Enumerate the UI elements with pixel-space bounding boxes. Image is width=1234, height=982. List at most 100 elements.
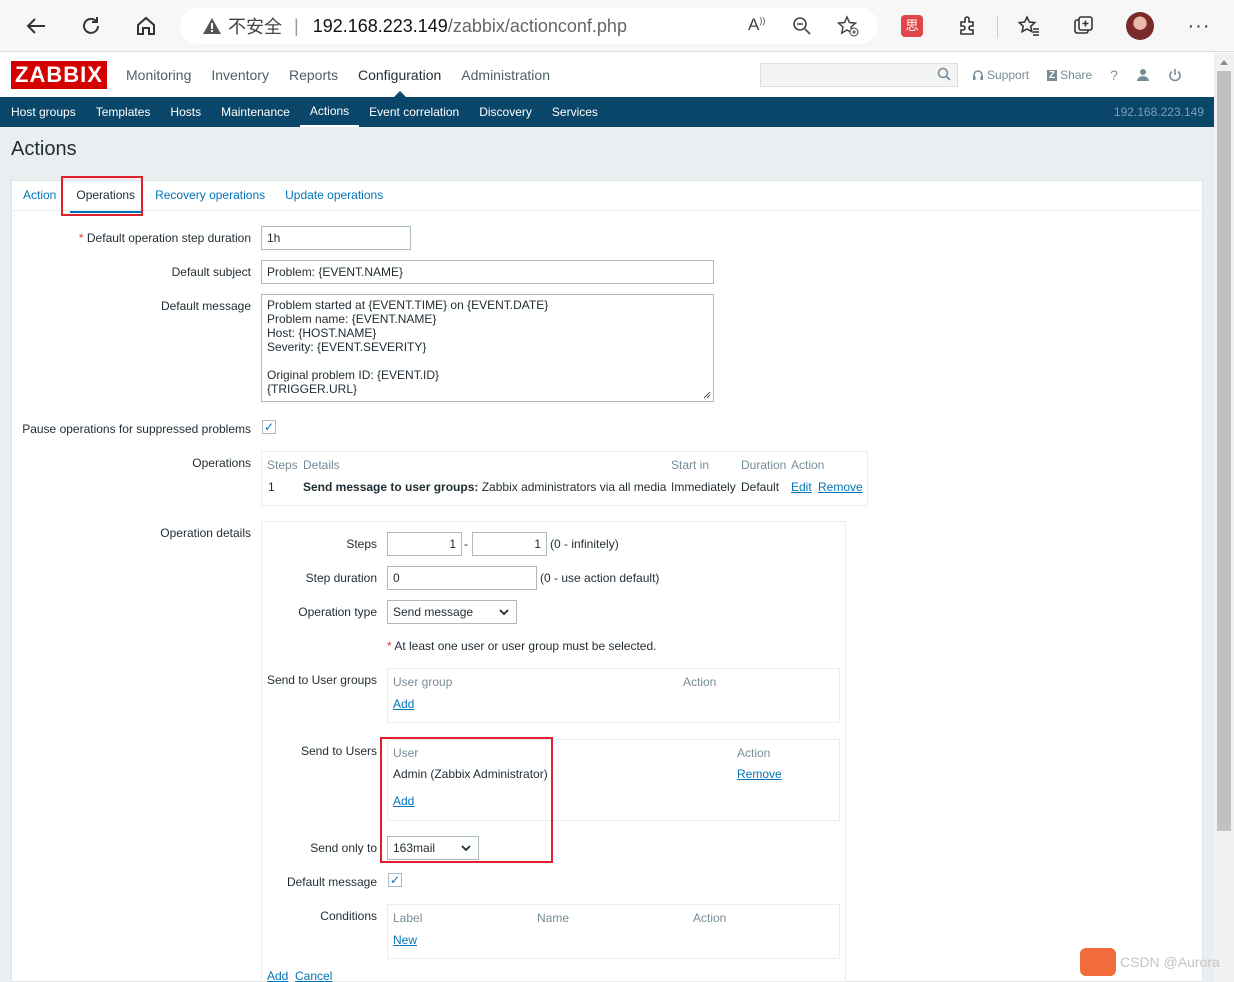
ops-header-start-in: Start in <box>671 458 710 472</box>
menu-reports[interactable]: Reports <box>279 53 348 97</box>
search-icon[interactable] <box>937 67 951 81</box>
default-subject-label: Default subject <box>171 265 251 279</box>
ops-row-details-text: Zabbix administrators via all media <box>478 480 667 494</box>
tab-action[interactable]: Action <box>13 181 66 210</box>
help-link[interactable]: ? <box>1110 67 1118 83</box>
submenu-host-groups[interactable]: Host groups <box>1 97 86 127</box>
extensions-icon[interactable] <box>953 12 981 40</box>
read-aloud-icon[interactable]: A)) <box>748 15 765 35</box>
submenu-maintenance[interactable]: Maintenance <box>211 97 300 127</box>
user-group-action-header: Action <box>683 675 717 689</box>
op-step-duration-input[interactable]: 0 <box>387 566 537 590</box>
share-link[interactable]: Z Share <box>1047 68 1092 82</box>
send-user-groups-label: Send to User groups <box>266 673 377 687</box>
csdn-watermark: CSDN @Aurora <box>1080 948 1220 976</box>
add-operation-link[interactable]: Add <box>267 969 288 982</box>
steps-to-input[interactable]: 1 <box>472 532 547 556</box>
default-message-checkbox-label: Default message <box>286 875 377 889</box>
ops-header-action: Action <box>791 458 825 472</box>
ops-header-details: Details <box>303 458 340 472</box>
user-profile-icon[interactable] <box>1136 68 1150 82</box>
search-input[interactable] <box>760 63 958 87</box>
default-message-textarea[interactable]: Problem started at {EVENT.TIME} on {EVEN… <box>261 294 714 402</box>
submenu-actions[interactable]: Actions <box>299 97 360 127</box>
csdn-logo-icon <box>1080 948 1116 976</box>
support-link[interactable]: Support <box>972 68 1029 82</box>
tab-update-operations[interactable]: Update operations <box>275 181 393 210</box>
share-z-icon: Z <box>1047 69 1058 81</box>
collections-icon[interactable] <box>1070 12 1098 40</box>
zoom-icon[interactable] <box>792 16 812 39</box>
favorite-add-icon[interactable] <box>836 15 859 40</box>
ops-remove-link[interactable]: Remove <box>818 480 863 494</box>
zabbix-logo[interactable]: ZABBIX <box>11 61 107 89</box>
server-ip: 192.168.223.149 <box>1113 105 1204 119</box>
security-warning[interactable]: 不安全 <box>202 13 282 39</box>
page-scrollbar[interactable] <box>1214 53 1234 982</box>
extension-red-icon[interactable]: 思 <box>898 12 926 40</box>
tab-bar: Action Operations Recovery operations Up… <box>12 181 1202 213</box>
send-users-label: Send to Users <box>300 744 377 758</box>
menu-configuration[interactable]: Configuration <box>348 53 451 97</box>
back-icon[interactable] <box>22 12 50 40</box>
user-action-header: Action <box>737 746 771 760</box>
ops-row-details-bold: Send message to user groups: <box>303 480 479 494</box>
toolbar-divider <box>997 16 998 38</box>
resize-handle-icon[interactable] <box>701 389 711 399</box>
steps-hint: (0 - infinitely) <box>550 537 619 551</box>
share-label: Share <box>1060 68 1093 82</box>
op-step-duration-label: Step duration <box>305 571 377 585</box>
add-user-group-link[interactable]: Add <box>393 697 414 711</box>
scrollbar-thumb[interactable] <box>1217 71 1231 831</box>
ops-header-duration: Duration <box>741 458 787 472</box>
default-subject-input[interactable]: Problem: {EVENT.NAME} <box>261 260 714 284</box>
headset-icon <box>973 70 983 80</box>
pause-operations-checkbox[interactable]: ✓ <box>262 420 276 434</box>
sub-menu-bar: Host groups Templates Hosts Maintenance … <box>0 97 1214 127</box>
new-condition-link[interactable]: New <box>393 933 417 947</box>
favorites-icon[interactable] <box>1015 12 1043 40</box>
menu-administration[interactable]: Administration <box>451 53 560 97</box>
url-host: 192.168.223.149 <box>312 15 448 36</box>
profile-avatar[interactable] <box>1126 12 1154 40</box>
conditions-label: Conditions <box>320 909 377 923</box>
browser-toolbar: 不安全 | 192.168.223.149 /zabbix/actionconf… <box>0 0 1234 52</box>
step-duration-input[interactable]: 1h <box>261 226 411 250</box>
condition-name-header: Name <box>537 911 570 925</box>
ops-row-details: Send message to user groups: Zabbix admi… <box>303 480 666 494</box>
conditions-table <box>387 904 840 959</box>
refresh-icon[interactable] <box>77 12 105 40</box>
steps-from-input[interactable]: 1 <box>387 532 462 556</box>
sign-out-icon[interactable] <box>1168 68 1182 82</box>
scroll-up-icon[interactable] <box>1219 58 1229 66</box>
url-path: /zabbix/actionconf.php <box>447 15 627 36</box>
operation-type-label: Operation type <box>298 605 377 619</box>
send-only-to-label: Send only to <box>310 841 377 855</box>
operations-tab-highlight <box>61 176 143 216</box>
warning-message: At least one user or user group must be … <box>394 639 657 653</box>
watermark-text: CSDN @Aurora <box>1120 954 1220 970</box>
operation-type-select[interactable]: Send message <box>387 600 517 624</box>
url-divider: | <box>294 15 299 36</box>
menu-inventory[interactable]: Inventory <box>201 53 279 97</box>
zabbix-header: ZABBIX Monitoring Inventory Reports Conf… <box>0 53 1214 97</box>
remove-user-link[interactable]: Remove <box>737 767 782 781</box>
condition-label-header: Label <box>393 911 423 925</box>
tab-recovery-operations[interactable]: Recovery operations <box>145 181 275 210</box>
address-bar[interactable]: 不安全 | 192.168.223.149 /zabbix/actionconf… <box>180 8 878 44</box>
menu-monitoring[interactable]: Monitoring <box>116 53 201 97</box>
operation-type-value: Send message <box>393 605 474 619</box>
submenu-discovery[interactable]: Discovery <box>469 97 542 127</box>
submenu-event-correlation[interactable]: Event correlation <box>359 97 469 127</box>
default-message-checkbox[interactable]: ✓ <box>388 873 402 887</box>
ops-row-duration: Default <box>741 480 780 494</box>
ops-edit-link[interactable]: Edit <box>791 480 812 494</box>
chevron-down-icon <box>499 609 509 616</box>
cancel-operation-link[interactable]: Cancel <box>295 969 332 982</box>
ops-row-steps: 1 <box>268 480 275 494</box>
more-menu-icon[interactable]: ··· <box>1185 12 1213 40</box>
submenu-hosts[interactable]: Hosts <box>160 97 211 127</box>
submenu-templates[interactable]: Templates <box>86 97 161 127</box>
submenu-services[interactable]: Services <box>542 97 608 127</box>
home-icon[interactable] <box>132 12 160 40</box>
